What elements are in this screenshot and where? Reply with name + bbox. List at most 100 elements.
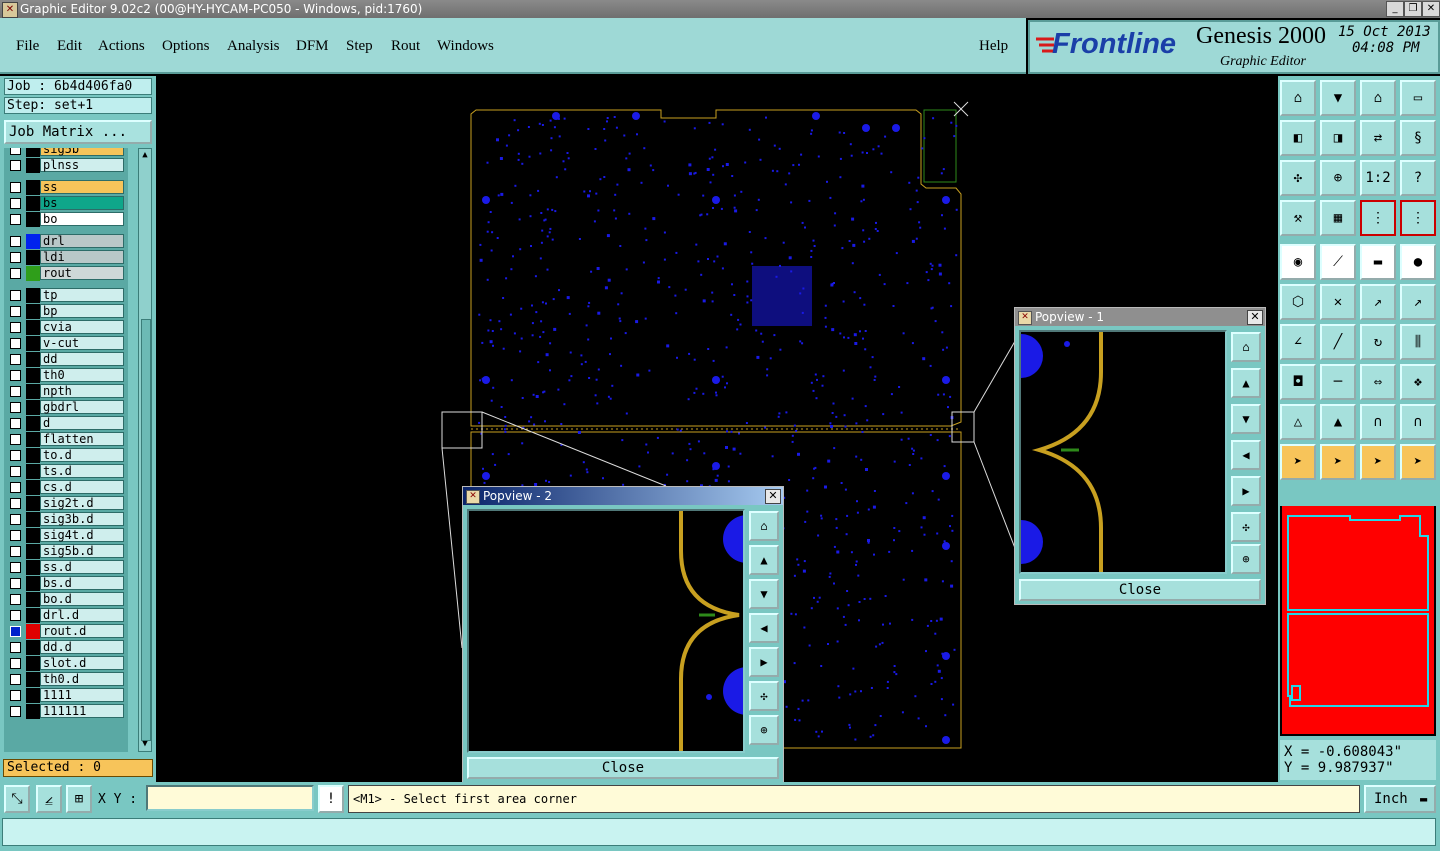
layer-scrollbar[interactable]: ▲ ▼: [138, 148, 152, 752]
arch2-icon[interactable]: ∩: [1400, 404, 1436, 440]
layer-checkbox[interactable]: [10, 418, 21, 429]
popview-pan-down-icon[interactable]: ▼: [749, 579, 779, 609]
layer-name[interactable]: dd: [40, 352, 124, 366]
layer-row-111111[interactable]: 111111: [4, 704, 128, 719]
layer-name[interactable]: bp: [40, 304, 124, 318]
pad-add-icon[interactable]: ◘: [1280, 364, 1316, 400]
menu-rout[interactable]: Rout: [391, 38, 420, 55]
panel-icon[interactable]: ▭: [1400, 80, 1436, 116]
ruler-icon[interactable]: ▬: [1360, 244, 1396, 280]
layer-row-ts.d[interactable]: ts.d: [4, 464, 128, 479]
restore-button[interactable]: ❐: [1404, 1, 1422, 17]
layer-color-swatch[interactable]: [26, 624, 40, 639]
layer-name[interactable]: bo.d: [40, 592, 124, 606]
popview-1-close-button[interactable]: Close: [1019, 579, 1261, 601]
layer-checkbox[interactable]: [10, 268, 21, 279]
layer-color-swatch[interactable]: [26, 158, 40, 173]
swap-icon[interactable]: ⇄: [1360, 120, 1396, 156]
layer-checkbox[interactable]: [10, 498, 21, 509]
layer-name[interactable]: drl.d: [40, 608, 124, 622]
connect-icon[interactable]: ⋮: [1360, 200, 1396, 236]
layer-checkbox[interactable]: [10, 514, 21, 525]
arc-icon[interactable]: ↻: [1360, 324, 1396, 360]
menu-analysis[interactable]: Analysis: [227, 38, 280, 55]
layer-row-v-cut[interactable]: v-cut: [4, 336, 128, 351]
layer-name[interactable]: bs: [40, 196, 124, 210]
layer-name[interactable]: sig5b: [40, 148, 124, 156]
layer-color-swatch[interactable]: [26, 576, 40, 591]
select-pad-icon[interactable]: ◉: [1280, 244, 1316, 280]
popview-2-close-button[interactable]: Close: [467, 757, 779, 779]
layer-color-swatch[interactable]: [26, 688, 40, 703]
mirror-icon[interactable]: ⫼: [1400, 324, 1436, 360]
layer-name[interactable]: ts.d: [40, 464, 124, 478]
menu-step[interactable]: Step: [346, 38, 373, 55]
popview-2-close-icon[interactable]: ✕: [765, 489, 781, 504]
layer-checkbox[interactable]: [10, 626, 21, 637]
fit-icon[interactable]: ✣: [1280, 160, 1316, 196]
popview-2-view[interactable]: [467, 509, 745, 753]
layer-checkbox[interactable]: [10, 674, 21, 685]
popview-pan-up-icon[interactable]: ▲: [749, 545, 779, 575]
s-curve-icon[interactable]: §: [1400, 120, 1436, 156]
menu-help[interactable]: Help: [979, 38, 1008, 55]
layer-checkbox[interactable]: [10, 466, 21, 477]
layer-row-bp[interactable]: bp: [4, 304, 128, 319]
layer-name[interactable]: ss.d: [40, 560, 124, 574]
triangle-icon[interactable]: △: [1280, 404, 1316, 440]
layer-row-bs[interactable]: bs: [4, 196, 128, 211]
arch-icon[interactable]: ∩: [1360, 404, 1396, 440]
layer-row-sig4t.d[interactable]: sig4t.d: [4, 528, 128, 543]
layer-checkbox[interactable]: [10, 198, 21, 209]
house-icon[interactable]: ⌂: [1360, 80, 1396, 116]
triangle2-icon[interactable]: ▲: [1320, 404, 1356, 440]
layer-name[interactable]: plnss: [40, 158, 124, 172]
layer-name[interactable]: flatten: [40, 432, 124, 446]
layer-checkbox[interactable]: [10, 214, 21, 225]
xy-input[interactable]: [146, 785, 314, 811]
layer-row-gbdrl[interactable]: gbdrl: [4, 400, 128, 415]
layer-row-npth[interactable]: npth: [4, 384, 128, 399]
scroll-thumb[interactable]: [141, 319, 151, 741]
layer-name[interactable]: gbdrl: [40, 400, 124, 414]
popview-zoom-in-icon[interactable]: ⊕: [1231, 544, 1261, 574]
snap-icon[interactable]: ⤡: [4, 785, 30, 813]
measure-icon[interactable]: ⦤: [36, 785, 62, 813]
circle-icon[interactable]: ●: [1400, 244, 1436, 280]
layer-checkbox[interactable]: [10, 434, 21, 445]
layer-name[interactable]: rout.d: [40, 624, 124, 638]
layer-checkbox[interactable]: [10, 354, 21, 365]
draw-line-icon[interactable]: ⟋: [1320, 244, 1356, 280]
layer-checkbox[interactable]: [10, 610, 21, 621]
layer-color-swatch[interactable]: [26, 320, 40, 335]
popview-zoom-home-icon[interactable]: ⌂: [1231, 332, 1261, 362]
layer-checkbox[interactable]: [10, 148, 21, 155]
right-arrow-icon[interactable]: ◨: [1320, 120, 1356, 156]
layer-row-cvia[interactable]: cvia: [4, 320, 128, 335]
popview-2-titlebar[interactable]: ✕ Popview - 2 ✕: [463, 487, 783, 505]
wrench-icon[interactable]: ⚒: [1280, 200, 1316, 236]
layer-row-sig2t.d[interactable]: sig2t.d: [4, 496, 128, 511]
layer-color-swatch[interactable]: [26, 512, 40, 527]
layer-row-bs.d[interactable]: bs.d: [4, 576, 128, 591]
layer-name[interactable]: bs.d: [40, 576, 124, 590]
layer-name[interactable]: rout: [40, 266, 124, 280]
layer-color-swatch[interactable]: [26, 212, 40, 227]
layer-row-drl[interactable]: drl: [4, 234, 128, 249]
move-icon[interactable]: ⇔: [1360, 364, 1396, 400]
layer-row-1111[interactable]: 1111: [4, 688, 128, 703]
layer-checkbox[interactable]: [10, 236, 21, 247]
ratio-icon[interactable]: 1:2: [1360, 160, 1396, 196]
layer-checkbox[interactable]: [10, 252, 21, 263]
scroll-down-icon[interactable]: ▼: [140, 739, 150, 749]
layer-name[interactable]: to.d: [40, 448, 124, 462]
layer-checkbox[interactable]: [10, 642, 21, 653]
layer-checkbox[interactable]: [10, 594, 21, 605]
layer-name[interactable]: v-cut: [40, 336, 124, 350]
cross-icon[interactable]: ✕: [1320, 284, 1356, 320]
layer-color-swatch[interactable]: [26, 592, 40, 607]
popview-zoom-out-icon[interactable]: ✣: [749, 681, 779, 711]
layer-name[interactable]: sig5b.d: [40, 544, 124, 558]
layer-row-rout[interactable]: rout: [4, 266, 128, 281]
popview-pan-right-icon[interactable]: ▶: [749, 647, 779, 677]
